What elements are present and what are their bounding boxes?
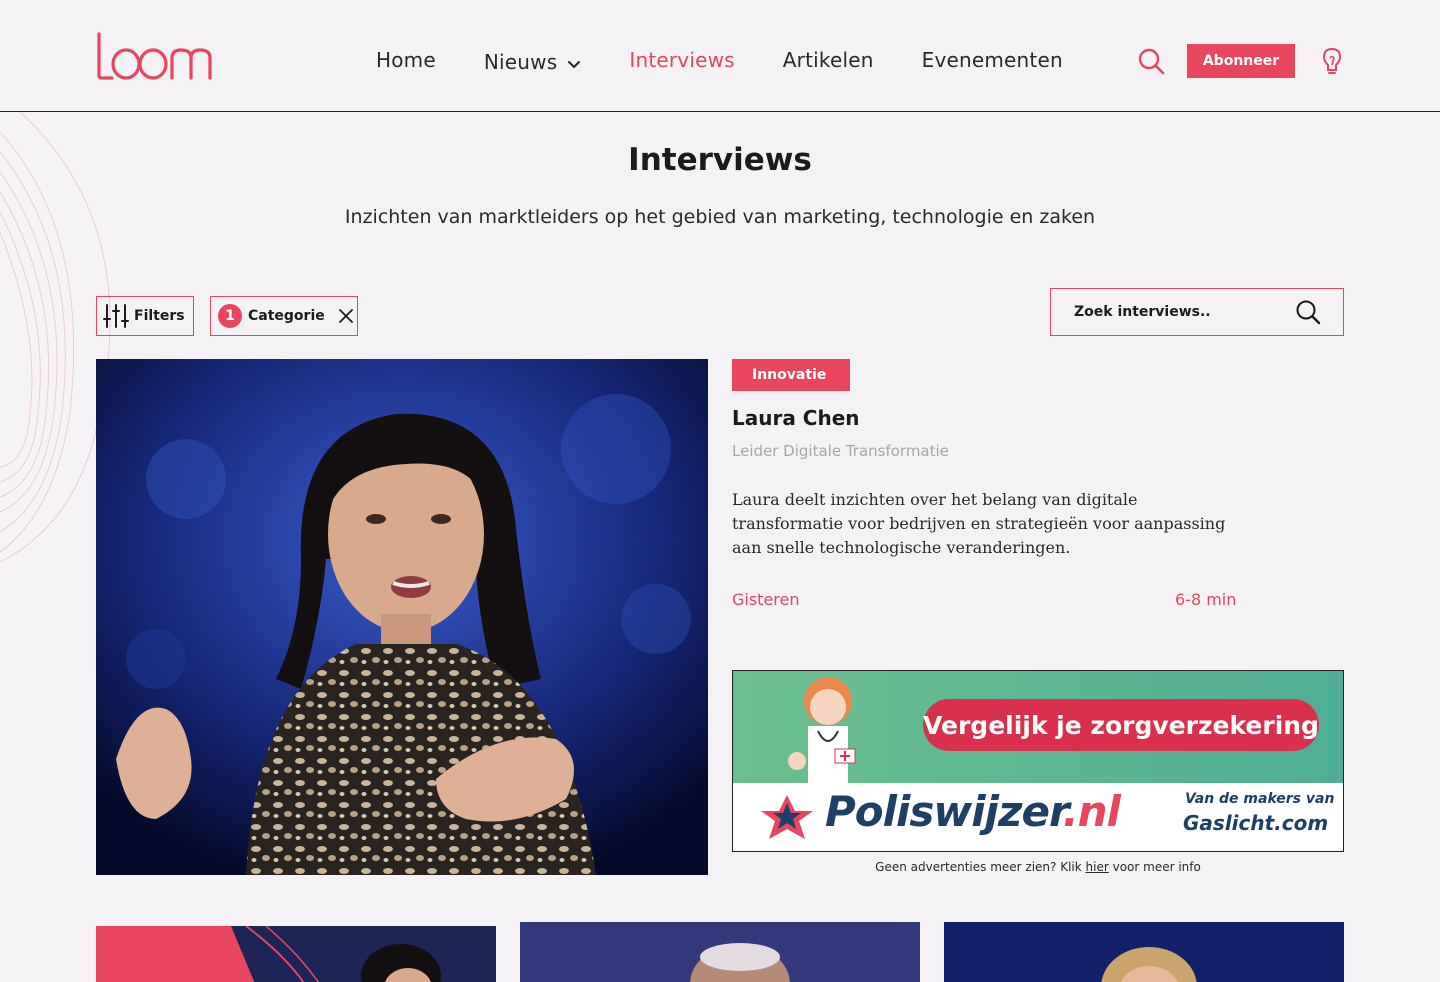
featured-interview-image[interactable] (96, 359, 708, 875)
nav-nieuws[interactable]: Nieuws (484, 50, 581, 74)
ad-headline: Vergelijk je zorgverzekering (923, 699, 1319, 751)
ad-brand-tld: .nl (1062, 787, 1121, 836)
read-time: 6-8 min (1175, 590, 1237, 609)
nav-artikelen-label: Artikelen (782, 48, 874, 72)
ad-makers-line: Van de makers van (1185, 791, 1335, 807)
nav-home-label: Home (376, 48, 436, 72)
category-count-badge: 1 (218, 304, 242, 328)
card-image (96, 926, 496, 982)
poliswijzer-logo-icon (761, 795, 813, 839)
filters-button[interactable]: Filters (96, 296, 194, 336)
ad-brand-main: Poliswijzer (825, 787, 1064, 836)
interview-search (1050, 288, 1344, 336)
nav-artikelen[interactable]: Artikelen (783, 48, 874, 72)
close-icon[interactable] (338, 308, 354, 324)
card-image (944, 922, 1344, 982)
ad-note: Geen advertenties meer zien? Klik hier v… (732, 860, 1344, 874)
site-header: Home Nieuws Interviews Artikelen Eveneme… (0, 0, 1440, 112)
page-subtitle: Inzichten van marktleiders op het gebied… (344, 206, 1096, 228)
search-icon[interactable] (1137, 47, 1165, 75)
interview-card[interactable] (944, 922, 1344, 982)
publish-date: Gisteren (732, 590, 800, 609)
sliders-icon (103, 304, 129, 328)
interview-excerpt: Laura deelt inzichten over het belang va… (732, 490, 1226, 557)
nav-interviews-label: Interviews (629, 48, 735, 72)
nav-interviews[interactable]: Interviews (629, 48, 734, 72)
ad-top-band: Vergelijk je zorgverzekering (733, 671, 1343, 783)
interviewee-name[interactable]: Laura Chen (732, 406, 860, 430)
page-title: Interviews (628, 142, 812, 178)
filters-label: Filters (134, 308, 185, 324)
ad-brand: Poliswijzer.nl (825, 787, 1121, 836)
ad-note-suffix: voor meer info (1108, 860, 1201, 874)
nav-home[interactable]: Home (376, 48, 436, 72)
interview-card[interactable] (96, 926, 496, 982)
interview-search-input[interactable] (1051, 304, 1291, 320)
doctor-illustration (788, 677, 856, 783)
advertisement-banner[interactable]: Vergelijk je zorgverzekering Poliswijzer… (732, 670, 1344, 852)
interviewee-role: Leider Digitale Transformatie (732, 442, 949, 460)
ad-makers-brand: Gaslicht.com (1183, 811, 1329, 835)
category-label: Categorie (248, 308, 325, 324)
interview-card[interactable] (520, 922, 920, 982)
nav-nieuws-label: Nieuws (483, 50, 558, 74)
subscribe-button[interactable]: Abonneer (1187, 44, 1295, 78)
card-image (520, 922, 920, 982)
main-nav: Home Nieuws Interviews Artikelen Eveneme… (376, 46, 1111, 74)
search-icon[interactable] (1295, 299, 1321, 325)
ad-note-link[interactable]: hier (1086, 860, 1109, 874)
loom-logo[interactable] (96, 30, 218, 82)
chevron-down-icon (568, 61, 581, 69)
nav-evenementen[interactable]: Evenementen (922, 48, 1063, 72)
speaker-photo (96, 359, 708, 875)
ad-note-prefix: Geen advertenties meer zien? Klik (875, 860, 1086, 874)
category-filter-chip[interactable]: 1 Categorie (210, 296, 358, 336)
lightbulb-icon[interactable] (1320, 46, 1344, 76)
category-tag[interactable]: Innovatie (732, 359, 850, 391)
nav-evenementen-label: Evenementen (921, 48, 1063, 72)
